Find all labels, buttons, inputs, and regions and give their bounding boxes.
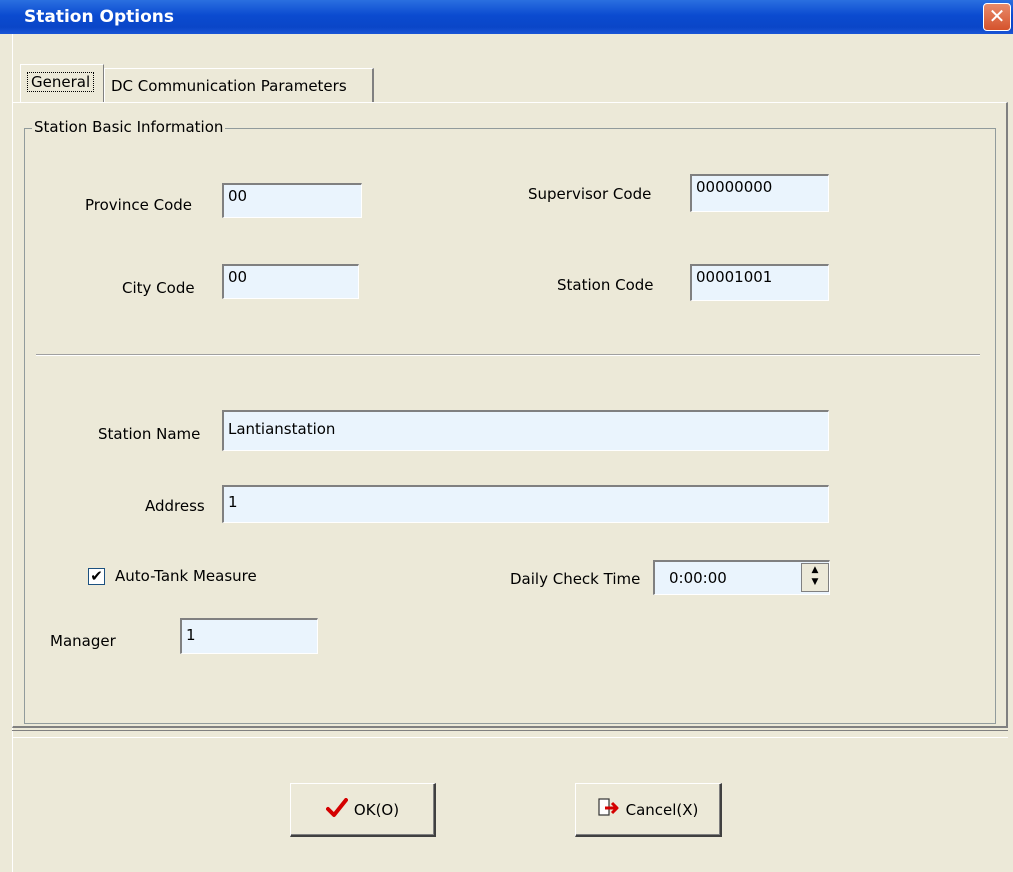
- station-code-label: Station Code: [557, 276, 654, 294]
- time-spin-buttons[interactable]: ▲ ▼: [801, 563, 829, 592]
- section-divider: [36, 354, 980, 356]
- cancel-button[interactable]: Cancel(X): [575, 783, 722, 837]
- cancel-label: Cancel(X): [625, 800, 699, 819]
- tab-dc-label: DC Communication Parameters: [111, 77, 347, 95]
- address-label: Address: [145, 497, 205, 515]
- station-code-input[interactable]: 00001001: [690, 264, 829, 301]
- province-code-label: Province Code: [85, 196, 192, 214]
- address-input[interactable]: 1: [222, 485, 829, 523]
- city-code-input[interactable]: 00: [222, 264, 359, 299]
- spin-up-icon[interactable]: ▲: [802, 564, 828, 576]
- close-button[interactable]: ✕: [983, 3, 1011, 31]
- auto-tank-checkbox[interactable]: ✔: [88, 568, 105, 585]
- spin-down-icon[interactable]: ▼: [802, 576, 828, 588]
- checkmark-icon: ✔: [90, 567, 103, 585]
- supervisor-code-label: Supervisor Code: [528, 185, 652, 203]
- cancel-door-icon: [597, 797, 620, 822]
- group-label: Station Basic Information: [32, 118, 226, 136]
- station-name-label: Station Name: [98, 425, 201, 443]
- checkmark-icon: [325, 797, 348, 822]
- manager-label: Manager: [50, 632, 116, 650]
- ok-label: OK(O): [353, 800, 400, 819]
- tab-general-label: General: [27, 72, 95, 92]
- close-icon: ✕: [988, 4, 1006, 28]
- tab-dc-communication-parameters[interactable]: DC Communication Parameters: [104, 68, 374, 102]
- ok-button[interactable]: OK(O): [290, 783, 436, 837]
- tab-general[interactable]: General: [20, 64, 104, 102]
- city-code-label: City Code: [122, 279, 195, 297]
- window-title: Station Options: [24, 7, 174, 27]
- footer-separator: [12, 730, 1008, 738]
- auto-tank-label[interactable]: Auto-Tank Measure: [115, 567, 257, 585]
- manager-input[interactable]: 1: [180, 618, 318, 654]
- station-name-input[interactable]: Lantianstation: [222, 410, 829, 451]
- supervisor-code-input[interactable]: 00000000: [690, 174, 829, 212]
- daily-check-time-label: Daily Check Time: [510, 570, 641, 588]
- province-code-input[interactable]: 00: [222, 183, 362, 218]
